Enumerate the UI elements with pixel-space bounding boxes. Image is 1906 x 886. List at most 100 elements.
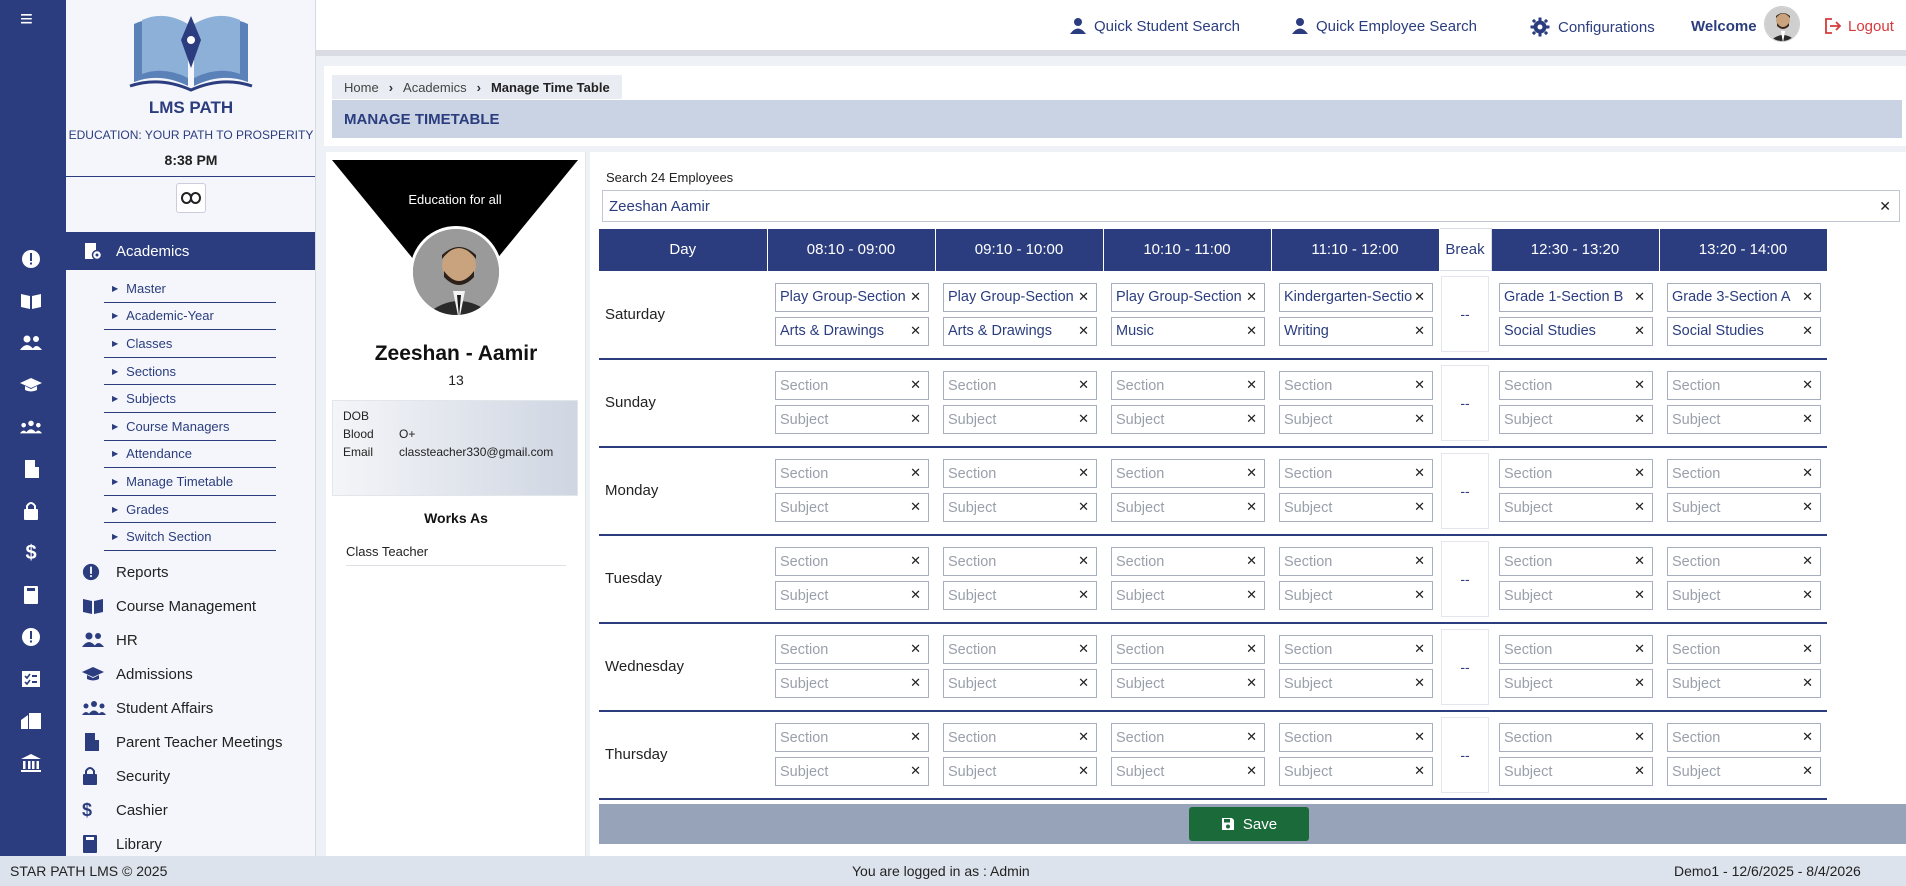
clear-icon[interactable]: ✕	[1634, 675, 1645, 691]
quick-employee-search-link[interactable]: Quick Employee Search	[1292, 17, 1477, 35]
section-select[interactable]: Section ✕	[775, 723, 929, 752]
sidebar-item-admissions[interactable]: Admissions	[66, 657, 315, 691]
section-select[interactable]: Section ✕	[775, 459, 929, 488]
clear-icon[interactable]: ✕	[1246, 499, 1257, 515]
clear-icon[interactable]: ✕	[1634, 499, 1645, 515]
section-select[interactable]: Section ✕	[1499, 459, 1653, 488]
submenu-item-attendance[interactable]: ▶ Attendance	[104, 441, 276, 469]
section-select[interactable]: Section ✕	[943, 723, 1097, 752]
clear-icon[interactable]: ✕	[1246, 289, 1257, 305]
clear-icon[interactable]: ✕	[1246, 675, 1257, 691]
quick-student-search-link[interactable]: Quick Student Search	[1070, 17, 1240, 35]
clear-icon[interactable]: ✕	[910, 675, 921, 691]
sidebar-item-hr[interactable]: HR	[66, 623, 315, 657]
clear-icon[interactable]: ✕	[1414, 411, 1425, 427]
clear-icon[interactable]: ✕	[1078, 587, 1089, 603]
subject-select[interactable]: Subject ✕	[943, 493, 1097, 522]
subject-select[interactable]: Subject ✕	[1111, 757, 1265, 786]
ptm-rail-icon[interactable]	[20, 458, 42, 480]
section-select[interactable]: Section ✕	[943, 547, 1097, 576]
subject-select[interactable]: Subject ✕	[1111, 405, 1265, 434]
section-select[interactable]: Section ✕	[1279, 547, 1433, 576]
section-select[interactable]: Grade 1-Section B ✕	[1499, 282, 1653, 312]
subject-select[interactable]: Arts & Drawings ✕	[943, 316, 1097, 346]
subject-select[interactable]: Subject ✕	[1667, 493, 1821, 522]
subject-select[interactable]: Subject ✕	[1667, 405, 1821, 434]
subject-select[interactable]: Subject ✕	[775, 493, 929, 522]
configurations-link[interactable]: Configurations	[1530, 17, 1655, 37]
section-select[interactable]: Play Group-Section A ✕	[775, 282, 929, 312]
subject-select[interactable]: Subject ✕	[1667, 757, 1821, 786]
clear-icon[interactable]: ✕	[910, 323, 921, 339]
clear-icon[interactable]: ✕	[1634, 323, 1645, 339]
clear-icon[interactable]: ✕	[1414, 553, 1425, 569]
subject-select[interactable]: Music ✕	[1111, 316, 1265, 346]
submenu-item-course-managers[interactable]: ▶ Course Managers	[104, 413, 276, 441]
subject-select[interactable]: Subject ✕	[1111, 669, 1265, 698]
sidebar-item-reports[interactable]: Reports	[66, 555, 315, 589]
clear-icon[interactable]: ✕	[1414, 465, 1425, 481]
clear-icon[interactable]: ✕	[1414, 675, 1425, 691]
student-affairs-rail-icon[interactable]	[20, 416, 42, 438]
clear-icon[interactable]: ✕	[1414, 763, 1425, 779]
menu-toggle-icon[interactable]: ≡	[20, 6, 33, 32]
clear-icon[interactable]: ✕	[1414, 641, 1425, 657]
subject-select[interactable]: Subject ✕	[1499, 405, 1653, 434]
clear-icon[interactable]: ✕	[910, 641, 921, 657]
clear-icon[interactable]: ✕	[910, 763, 921, 779]
sidebar-item-course-management[interactable]: Course Management	[66, 589, 315, 623]
section-select[interactable]: Grade 3-Section A ✕	[1667, 282, 1821, 312]
clear-icon[interactable]: ✕	[1634, 377, 1645, 393]
clear-icon[interactable]: ✕	[1414, 289, 1425, 305]
institution-rail-icon[interactable]	[20, 752, 42, 774]
section-select[interactable]: Section ✕	[1667, 547, 1821, 576]
subject-select[interactable]: Subject ✕	[1279, 669, 1433, 698]
clear-icon[interactable]: ✕	[1634, 289, 1645, 305]
clear-icon[interactable]: ✕	[910, 411, 921, 427]
section-select[interactable]: Section ✕	[943, 371, 1097, 400]
subject-select[interactable]: Social Studies ✕	[1499, 316, 1653, 346]
sidebar-item-security[interactable]: Security	[66, 759, 315, 793]
clear-icon[interactable]: ✕	[1634, 729, 1645, 745]
section-select[interactable]: Section ✕	[943, 635, 1097, 664]
clear-icon[interactable]: ✕	[1078, 411, 1089, 427]
section-select[interactable]: Section ✕	[1111, 635, 1265, 664]
clear-icon[interactable]: ✕	[1246, 587, 1257, 603]
section-select[interactable]: Section ✕	[775, 547, 929, 576]
section-select[interactable]: Section ✕	[1111, 723, 1265, 752]
reports-rail-icon[interactable]	[20, 248, 42, 270]
library-rail-icon[interactable]	[20, 584, 42, 606]
section-select[interactable]: Section ✕	[1279, 459, 1433, 488]
logout-link[interactable]: Logout	[1824, 17, 1894, 35]
clear-icon[interactable]: ✕	[1246, 763, 1257, 779]
admissions-rail-icon[interactable]	[20, 374, 42, 396]
clear-icon[interactable]: ✕	[1078, 641, 1089, 657]
book-rail-icon[interactable]	[20, 290, 42, 312]
clear-icon[interactable]: ✕	[1802, 729, 1813, 745]
breadcrumb-home[interactable]: Home	[344, 80, 379, 95]
submenu-item-classes[interactable]: ▶ Classes	[104, 330, 276, 358]
clear-icon[interactable]: ✕	[910, 377, 921, 393]
hr-rail-icon[interactable]	[20, 332, 42, 354]
subject-select[interactable]: Arts & Drawings ✕	[775, 316, 929, 346]
sidebar-item-parent-teacher-meetings[interactable]: Parent Teacher Meetings	[66, 725, 315, 759]
clear-icon[interactable]: ✕	[1802, 499, 1813, 515]
clear-icon[interactable]: ✕	[1802, 587, 1813, 603]
clear-icon[interactable]: ✕	[1802, 465, 1813, 481]
breadcrumb-academics[interactable]: Academics	[403, 80, 467, 95]
alert-rail-icon[interactable]	[20, 626, 42, 648]
section-select[interactable]: Section ✕	[1499, 371, 1653, 400]
clear-icon[interactable]: ✕	[1246, 465, 1257, 481]
subject-select[interactable]: Subject ✕	[1111, 493, 1265, 522]
section-select[interactable]: Kindergarten-Section A✕	[1279, 282, 1433, 312]
clear-icon[interactable]: ✕	[1802, 289, 1813, 305]
subject-select[interactable]: Subject ✕	[775, 581, 929, 610]
submenu-item-switch-section[interactable]: ▶ Switch Section	[104, 523, 276, 551]
section-select[interactable]: Section ✕	[775, 371, 929, 400]
clear-icon[interactable]: ✕	[1802, 553, 1813, 569]
clear-icon[interactable]: ✕	[1802, 323, 1813, 339]
subject-select[interactable]: Subject ✕	[1279, 581, 1433, 610]
clear-icon[interactable]: ✕	[1634, 553, 1645, 569]
subject-select[interactable]: Subject ✕	[775, 405, 929, 434]
submenu-item-subjects[interactable]: ▶ Subjects	[104, 385, 276, 413]
